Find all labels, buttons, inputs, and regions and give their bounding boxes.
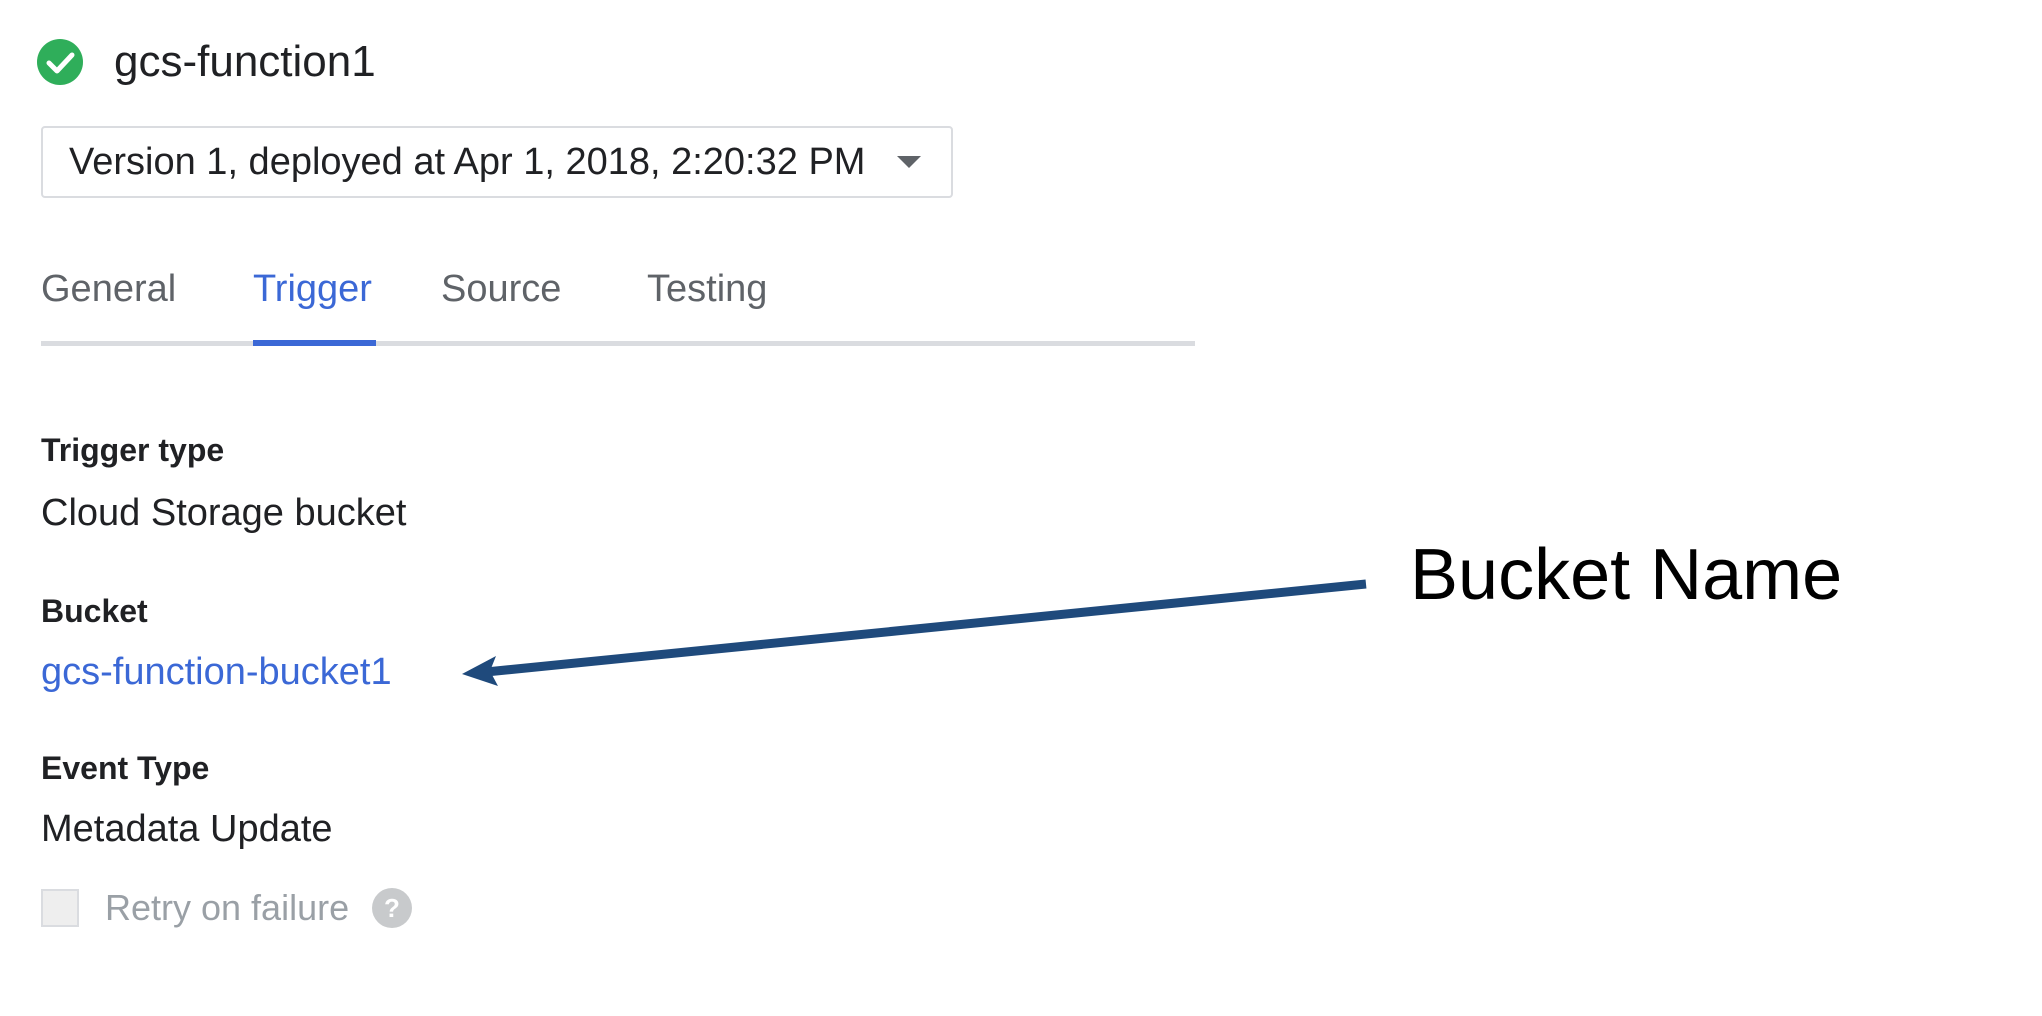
bucket-label: Bucket bbox=[41, 593, 148, 629]
retry-on-failure-row: Retry on failure ? bbox=[41, 886, 413, 930]
tab-testing[interactable]: Testing bbox=[647, 268, 767, 311]
tab-general[interactable]: General bbox=[41, 268, 176, 311]
trigger-type-label: Trigger type bbox=[41, 432, 225, 468]
version-dropdown-value: Version 1, deployed at Apr 1, 2018, 2:20… bbox=[69, 140, 866, 183]
svg-text:?: ? bbox=[384, 893, 400, 923]
help-icon[interactable]: ? bbox=[371, 887, 413, 929]
dropdown-arrow-icon bbox=[897, 156, 921, 168]
version-dropdown[interactable]: Version 1, deployed at Apr 1, 2018, 2:20… bbox=[41, 126, 953, 198]
retry-checkbox[interactable] bbox=[41, 889, 79, 927]
check-circle-icon bbox=[37, 39, 83, 85]
trigger-type-value: Cloud Storage bucket bbox=[41, 492, 407, 534]
retry-label: Retry on failure bbox=[105, 887, 350, 928]
annotation-label: Bucket Name bbox=[1410, 535, 1843, 615]
function-header: gcs-function1 bbox=[36, 34, 376, 90]
bucket-link[interactable]: gcs-function-bucket1 bbox=[41, 651, 392, 693]
function-details-page: gcs-function1 Version 1, deployed at Apr… bbox=[0, 0, 2042, 1016]
active-tab-indicator bbox=[253, 340, 376, 346]
event-type-label: Event Type bbox=[41, 750, 210, 786]
tab-source[interactable]: Source bbox=[441, 268, 561, 311]
tab-bar: General Trigger Source Testing bbox=[41, 262, 1195, 346]
event-type-value: Metadata Update bbox=[41, 808, 333, 850]
bucket-value: gcs-function-bucket1 bbox=[41, 651, 392, 694]
tab-trigger[interactable]: Trigger bbox=[253, 268, 372, 311]
function-title: gcs-function1 bbox=[114, 37, 376, 86]
